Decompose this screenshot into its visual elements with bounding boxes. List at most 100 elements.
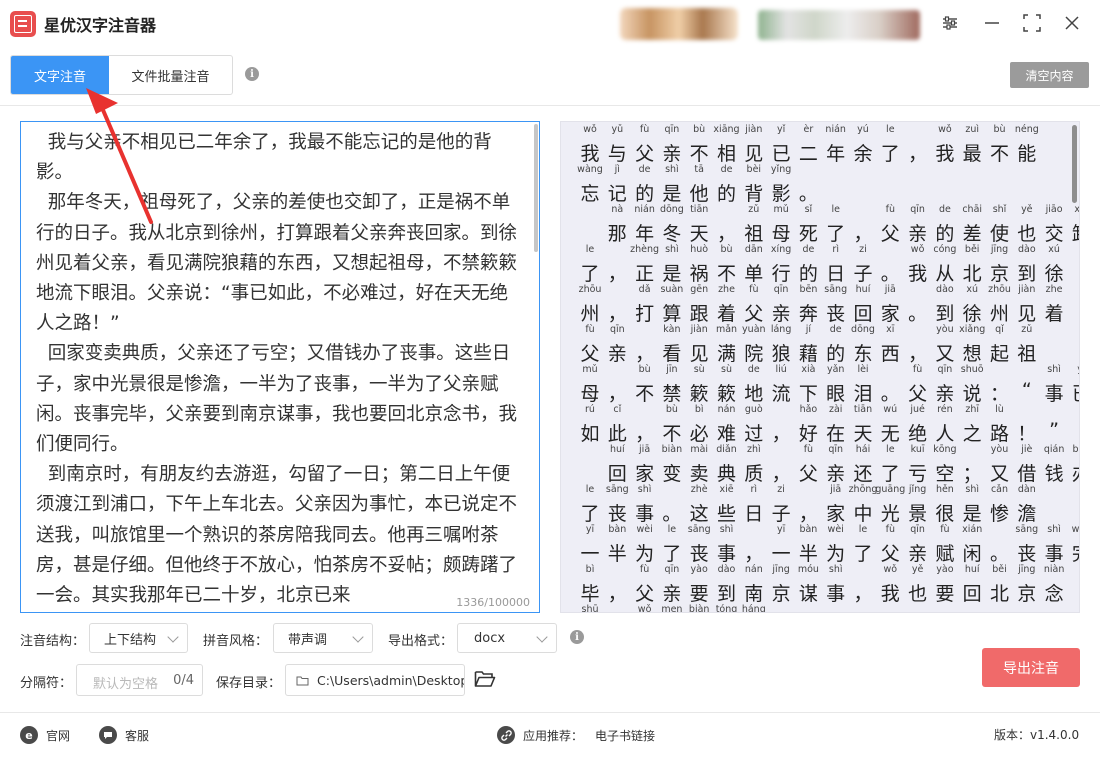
- separator-count: 0/4: [173, 673, 194, 688]
- preview-line: yī 一 bàn 半 wèi 为 le 了 sāng 丧 shì 事 ， yī 一 bàn 半 wèi 为 le 了 fù…: [561, 524, 1079, 565]
- pinyin-syllable: bèi: [746, 164, 762, 175]
- hanzi-character: 闲: [962, 543, 982, 565]
- pinyin-syllable: xú: [1048, 244, 1060, 255]
- pinyin-syllable: le: [886, 124, 895, 135]
- hanzi-character: 日: [826, 263, 846, 285]
- pinyin-syllable: sāng: [824, 284, 848, 295]
- hanzi-character: 在: [826, 423, 846, 445]
- pinyin-syllable: fù: [585, 324, 595, 335]
- hanzi-character: 为: [826, 543, 846, 565]
- hanzi-character: 了: [580, 263, 600, 285]
- hanzi-character: 记: [607, 183, 627, 205]
- hanzi-character: 徐: [1044, 263, 1064, 285]
- maximize-icon[interactable]: [1021, 12, 1043, 34]
- browse-folder-icon[interactable]: [474, 670, 496, 690]
- hanzi-character: 的: [635, 183, 655, 205]
- pinyin-syllable: shì: [665, 244, 679, 255]
- pinyin-syllable: jiè: [1021, 444, 1033, 455]
- hanzi-character: 。: [880, 263, 900, 285]
- hanzi-character: 我: [935, 143, 955, 165]
- export-annotation-button[interactable]: 导出注音: [982, 648, 1080, 687]
- hanzi-character: 不: [989, 143, 1010, 165]
- export-format-select[interactable]: docx: [457, 623, 557, 653]
- pinyin-syllable: mǔ: [773, 204, 789, 215]
- hanzi-character: 。: [662, 503, 682, 525]
- hanzi-character: ，: [607, 383, 627, 405]
- hanzi-character: 祖: [1017, 343, 1037, 365]
- separator-input[interactable]: 默认为空格 0/4: [76, 664, 203, 696]
- save-dir-label: 保存目录：: [216, 676, 282, 691]
- structure-select[interactable]: 上下结构: [89, 623, 188, 653]
- hanzi-character: 家: [826, 503, 846, 525]
- pinyin-syllable: jì: [614, 164, 620, 175]
- text-input-area[interactable]: 我与父亲不相见已二年余了，我最不能忘记的是他的背影。 那年冬天，祖母死了，父亲的…: [20, 121, 540, 613]
- hanzi-character: 天: [853, 423, 873, 445]
- tab-batch-file-annotation[interactable]: 文件批量注音: [109, 56, 232, 94]
- hanzi-character: 了: [662, 543, 682, 565]
- hanzi-character: 必: [689, 423, 709, 445]
- pinyin-syllable: jiàn: [745, 124, 763, 135]
- pinyin-syllable: yǐng: [770, 164, 792, 175]
- save-dir-input[interactable]: C:\Users\admin\Desktop: [285, 664, 465, 696]
- pinyin-syllable: kuī: [910, 444, 925, 455]
- hanzi-character: 徐: [962, 303, 982, 325]
- hanzi-character: 了: [853, 543, 873, 565]
- pinyin-syllable: xiè: [1074, 204, 1080, 215]
- ebook-link[interactable]: 电子书链接: [595, 727, 655, 744]
- format-info-icon[interactable]: i: [570, 630, 584, 644]
- pinyin-syllable: shì: [1047, 524, 1061, 535]
- editor-scrollbar[interactable]: [534, 124, 538, 252]
- pinyin-syllable: yě: [1021, 204, 1033, 215]
- pinyin-syllable: qīn: [609, 324, 625, 335]
- structure-label: 注音结构：: [20, 634, 86, 649]
- info-icon[interactable]: i: [245, 67, 259, 81]
- pinyin-syllable: shì: [828, 564, 843, 575]
- preview-scrollbar[interactable]: [1072, 125, 1077, 203]
- pinyin-syllable: néng: [1014, 124, 1039, 135]
- hanzi-character: 祸: [689, 263, 709, 285]
- hanzi-character: 东: [853, 343, 873, 365]
- pinyin-syllable: le: [831, 204, 840, 215]
- hanzi-character: 惨: [989, 503, 1010, 525]
- preview-line: wàng 忘 jì 记 de 的 shì 是 tā 他 de 的 bèi 背 yǐng 影。: [561, 164, 1061, 205]
- browser-e-icon: e: [20, 726, 38, 744]
- tab-text-annotation[interactable]: 文字注音: [11, 56, 109, 94]
- pinyin-syllable: bù: [693, 124, 706, 135]
- pinyin-syllable: zài: [828, 404, 843, 415]
- hanzi-character: 无: [880, 423, 900, 445]
- hanzi-character: 父: [798, 463, 818, 485]
- customer-service-link[interactable]: 客服: [99, 726, 149, 744]
- pinyin-syllable: de: [747, 364, 760, 375]
- pinyin-syllable: zǔ: [748, 204, 760, 215]
- close-icon[interactable]: [1061, 12, 1083, 34]
- pinyin-syllable: yào: [690, 564, 708, 575]
- pinyin-syllable: dōng: [659, 204, 684, 215]
- hanzi-character: 还: [853, 463, 873, 485]
- pinyin-syllable: dǎ: [638, 284, 651, 295]
- hanzi-character: 算: [662, 303, 682, 325]
- minimize-icon[interactable]: [981, 12, 1003, 34]
- hanzi-character: 事: [716, 543, 737, 565]
- pinyin-syllable: shū: [581, 604, 599, 613]
- hanzi-character: 的: [826, 343, 846, 365]
- hanzi-character: ，: [853, 223, 873, 245]
- clear-content-button[interactable]: 清空内容: [1010, 62, 1089, 88]
- hanzi-character: 单: [744, 263, 764, 285]
- hanzi-character: 家: [880, 303, 900, 325]
- hanzi-character: 死: [798, 223, 818, 245]
- hanzi-character: 半: [798, 543, 818, 565]
- hanzi-character: 完: [1072, 539, 1079, 566]
- hanzi-character: 相: [716, 143, 737, 165]
- hanzi-character: 中: [853, 503, 873, 525]
- pinyin-style-select[interactable]: 带声调: [273, 623, 373, 653]
- preview-line: le 了 ， zhèng 正 shì 是 huò 祸 bù 不 dān 单 xíng 行 de 的 rì 日 zi 子。…: [561, 244, 1064, 285]
- hanzi-character: 的: [935, 223, 955, 245]
- pinyin-syllable: jiàn: [1018, 284, 1036, 295]
- pinyin-syllable: yǐ: [776, 124, 786, 135]
- editor-text[interactable]: 我与父亲不相见已二年余了，我最不能忘记的是他的背影。 那年冬天，祖母死了，父亲的…: [36, 128, 524, 611]
- pinyin-syllable: bàn: [608, 524, 627, 535]
- pinyin-syllable: de: [638, 164, 651, 175]
- hanzi-character: 泪: [853, 383, 873, 405]
- settings-sliders-icon[interactable]: [939, 12, 961, 34]
- website-link[interactable]: e 官网: [20, 726, 70, 744]
